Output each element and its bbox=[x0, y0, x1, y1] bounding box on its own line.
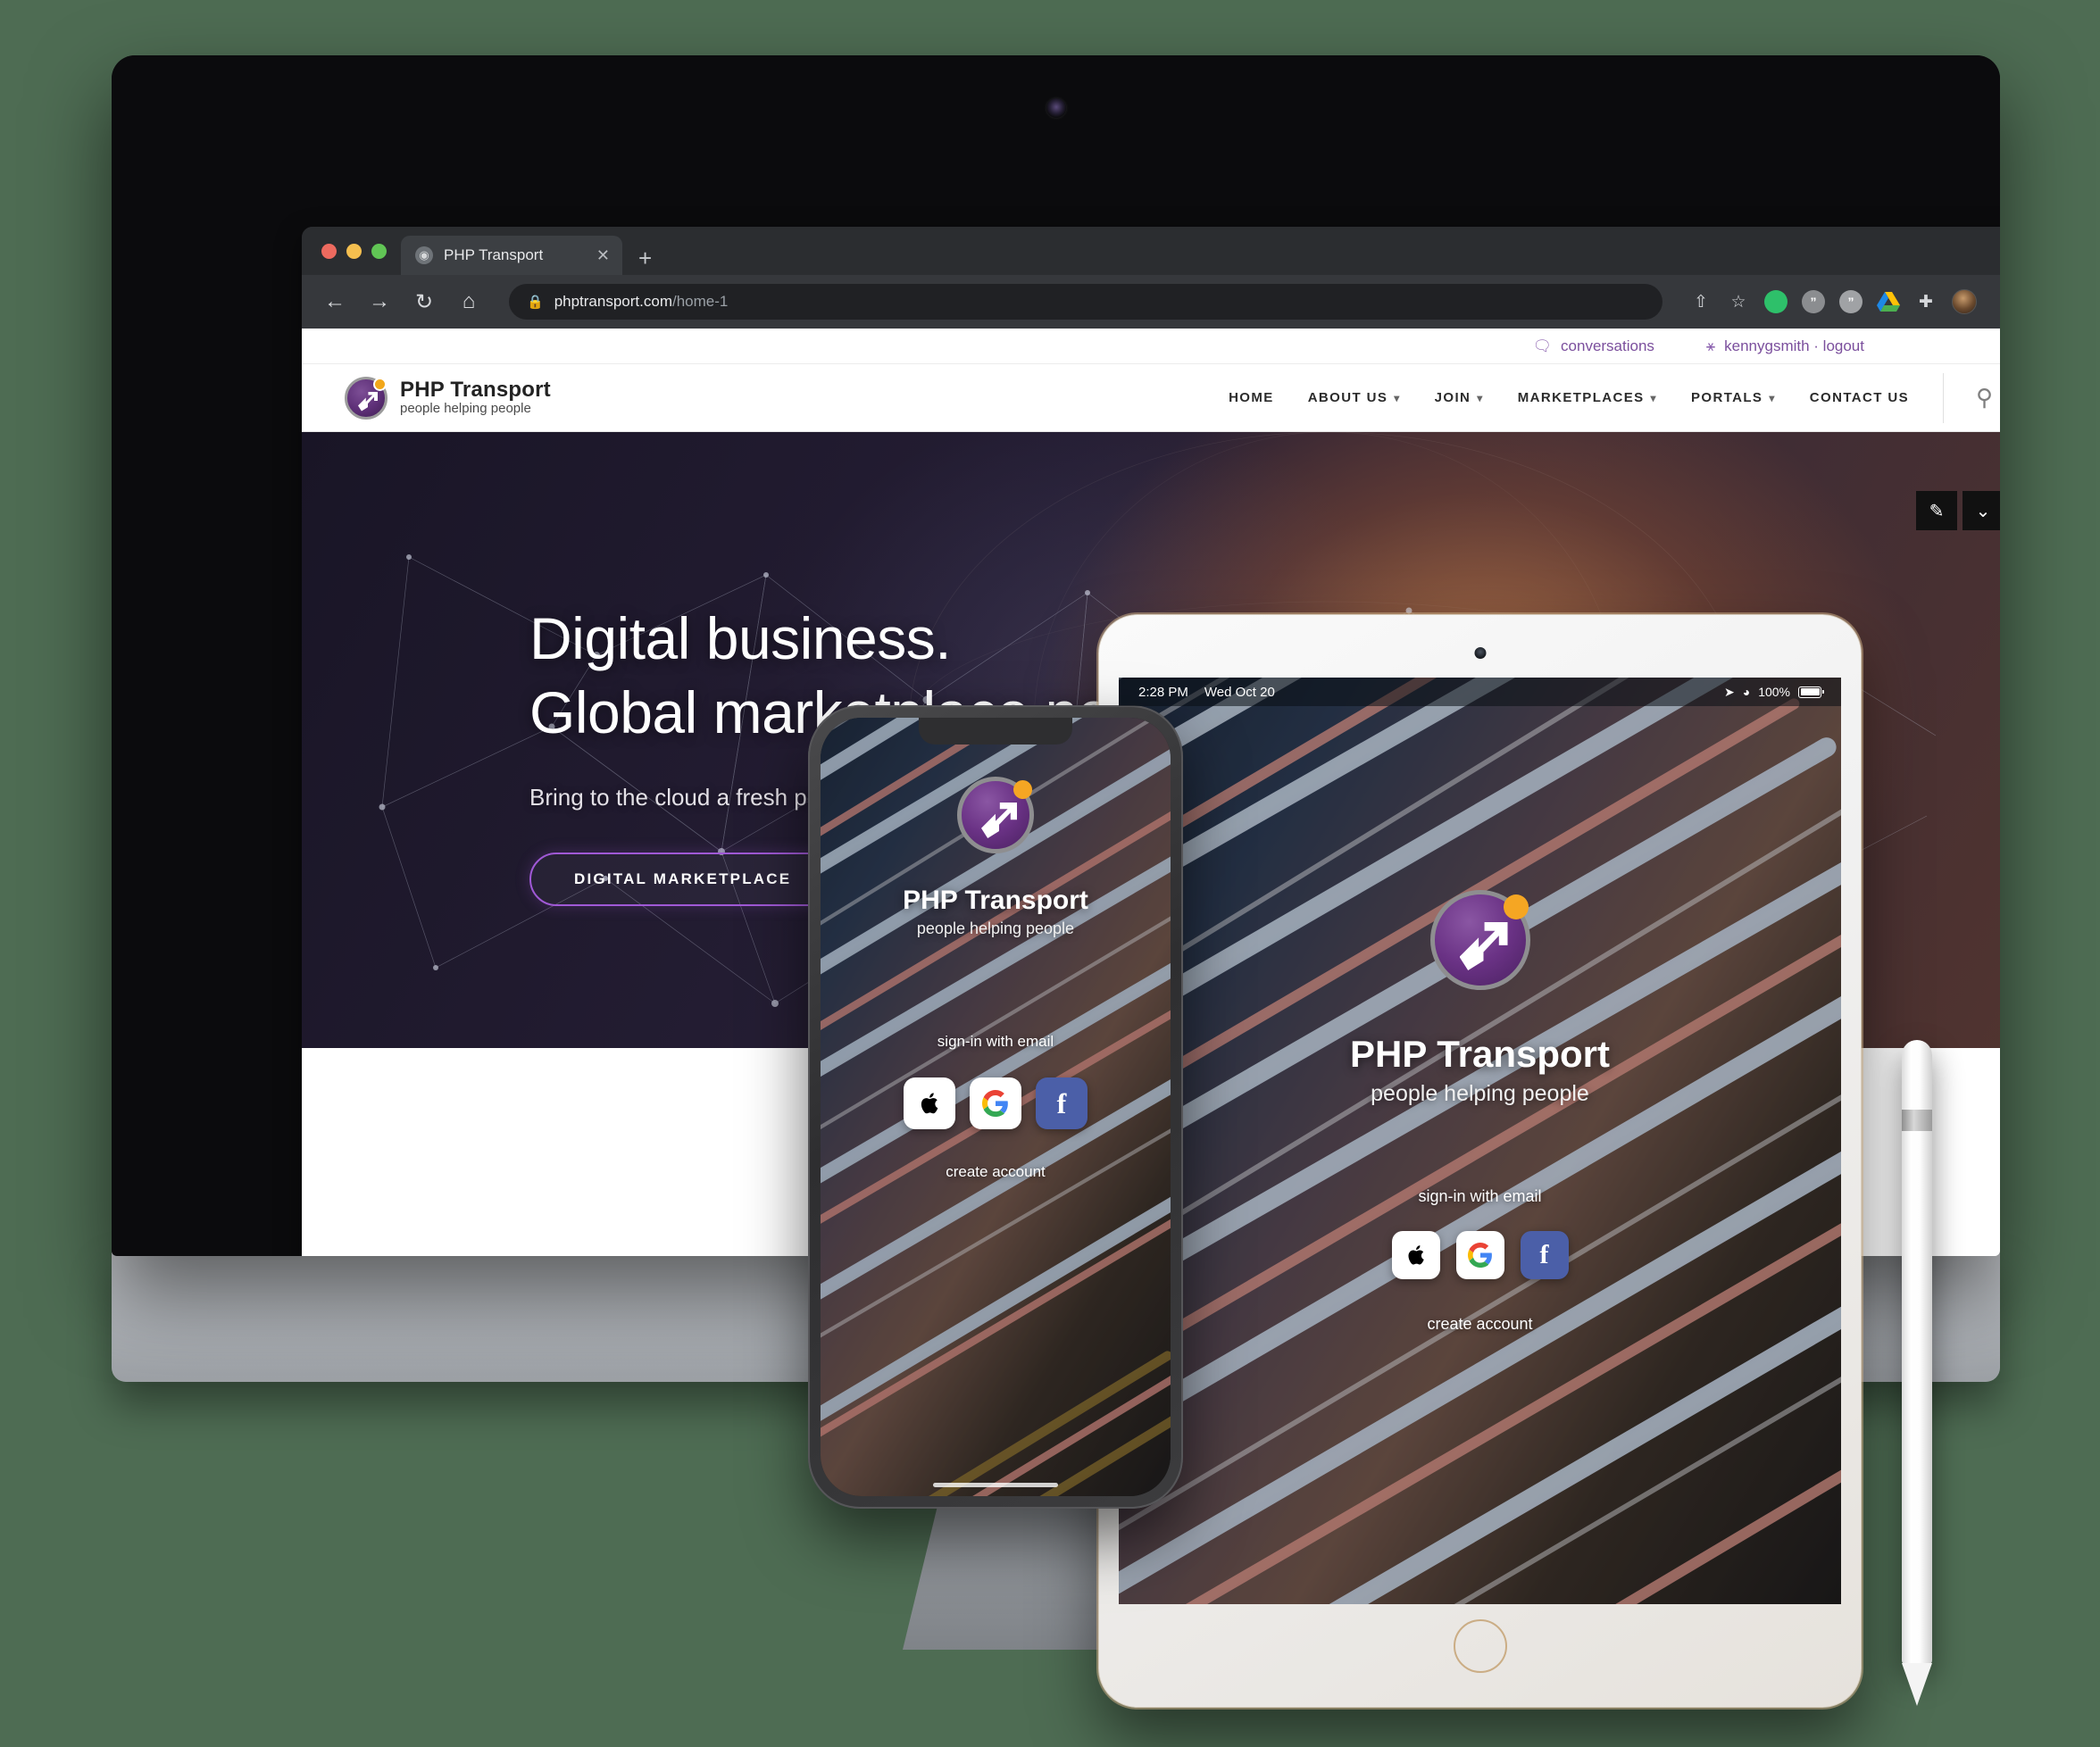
app-tagline: people helping people bbox=[1371, 1081, 1589, 1106]
create-account-link[interactable]: create account bbox=[1427, 1315, 1532, 1334]
chat-bubble-icon: 🗨 bbox=[1532, 337, 1553, 354]
app-name: PHP Transport bbox=[903, 886, 1088, 915]
facebook-signin-button[interactable]: f bbox=[1036, 1077, 1088, 1129]
nav-item-home[interactable]: HOME bbox=[1229, 390, 1274, 405]
main-navigation: HOME ABOUT US ▾ JOIN ▾ MARKETPLACES ▾ PORTA… bbox=[1229, 372, 2000, 423]
nav-item-portals[interactable]: PORTALS ▾ bbox=[1691, 390, 1776, 405]
pencil-band bbox=[1902, 1110, 1932, 1131]
profile-avatar[interactable] bbox=[1952, 289, 1977, 314]
purple-arrow-logo-icon bbox=[1429, 890, 1530, 990]
google-signin-button[interactable] bbox=[1455, 1231, 1504, 1279]
account-label: kennygsmith · logout bbox=[1724, 337, 1864, 354]
chevron-down-icon[interactable]: ⌄ bbox=[1962, 491, 2000, 530]
browser-tabbar: ◉ PHP Transport ✕ + ⌄ bbox=[302, 227, 2000, 275]
digital-marketplace-button[interactable]: DIGITAL MARKETPLACE bbox=[529, 853, 837, 907]
green-dot-icon[interactable] bbox=[1764, 290, 1788, 313]
signin-with-email-link[interactable]: sign-in with email bbox=[938, 1033, 1054, 1051]
editor-float-buttons: ✎ ⌄ bbox=[1916, 491, 2000, 530]
app-tagline: people helping people bbox=[916, 919, 1075, 937]
chevron-down-icon: ▾ bbox=[1650, 391, 1657, 404]
home-icon[interactable]: ⌂ bbox=[455, 289, 482, 314]
site-header: PHP Transport people helping people HOME… bbox=[302, 364, 2000, 432]
nav-item-about-us[interactable]: ABOUT US ▾ bbox=[1308, 390, 1401, 405]
google-signin-button[interactable] bbox=[970, 1077, 1021, 1129]
webcam-icon bbox=[1046, 98, 1066, 118]
edit-pencil-icon[interactable]: ✎ bbox=[1916, 491, 1957, 530]
back-icon[interactable]: ← bbox=[321, 289, 348, 314]
social-signin-row: f bbox=[904, 1077, 1088, 1129]
phone-signin-screen: PHP Transport people helping people sign… bbox=[821, 718, 1171, 1496]
purple-arrow-logo-icon bbox=[957, 777, 1034, 853]
window-controls[interactable] bbox=[318, 227, 401, 275]
conversations-link[interactable]: 🗨 conversations bbox=[1532, 337, 1654, 355]
close-window-button[interactable] bbox=[321, 243, 337, 259]
tablet-app-splash: 2:28 PM Wed Oct 20 ➤ ◕ 100% PHP Transpor… bbox=[1119, 678, 1841, 1604]
orange-dot-icon bbox=[1013, 780, 1032, 799]
brand-name: PHP Transport bbox=[400, 377, 551, 402]
facebook-signin-button[interactable]: f bbox=[1520, 1231, 1569, 1279]
apple-signin-button[interactable] bbox=[1391, 1231, 1440, 1279]
quote-bubble-icon[interactable]: ” bbox=[1802, 290, 1825, 313]
bookmark-star-icon[interactable]: ☆ bbox=[1727, 292, 1750, 312]
create-account-link[interactable]: create account bbox=[946, 1163, 1046, 1181]
tablet-camera-icon bbox=[1474, 647, 1486, 659]
google-drive-icon[interactable] bbox=[1877, 292, 1900, 312]
toolbar-icons: ⇧ ☆ ” ” ✚ ⋮ bbox=[1689, 289, 2000, 314]
user-icon: ⚹ bbox=[1705, 337, 1716, 354]
phone-device: PHP Transport people helping people sign… bbox=[808, 705, 1183, 1509]
url-text: phptransport.com/home-1 bbox=[554, 293, 729, 310]
share-icon[interactable]: ⇧ bbox=[1689, 292, 1712, 312]
maximize-window-button[interactable] bbox=[371, 243, 387, 259]
orange-dot-icon bbox=[373, 377, 387, 391]
nav-item-marketplaces[interactable]: MARKETPLACES ▾ bbox=[1518, 390, 1657, 405]
account-link[interactable]: ⚹ kennygsmith · logout bbox=[1706, 337, 1864, 355]
browser-toolbar: ← → ↻ ⌂ 🔒 phptransport.com/home-1 ⇧ ☆ ” … bbox=[302, 275, 2000, 329]
address-bar[interactable]: 🔒 phptransport.com/home-1 bbox=[509, 284, 1662, 320]
chevron-down-icon[interactable]: ⌄ bbox=[1997, 247, 2000, 266]
orange-dot-icon bbox=[1503, 894, 1529, 919]
kebab-menu-icon[interactable]: ⋮ bbox=[1991, 292, 2001, 312]
lock-icon: 🔒 bbox=[527, 295, 544, 310]
nav-item-join[interactable]: JOIN ▾ bbox=[1435, 390, 1484, 405]
brand-tagline: people helping people bbox=[400, 401, 531, 417]
scene: ◉ PHP Transport ✕ + ⌄ ← → ↻ ⌂ 🔒 phptrans… bbox=[0, 0, 2100, 1747]
phone-notch bbox=[919, 718, 1072, 745]
browser-tab[interactable]: ◉ PHP Transport ✕ bbox=[401, 236, 622, 275]
purple-arrow-logo-icon bbox=[345, 376, 388, 420]
extensions-puzzle-icon[interactable]: ✚ bbox=[1914, 292, 1938, 312]
conversations-label: conversations bbox=[1561, 337, 1654, 354]
new-tab-button[interactable]: + bbox=[638, 246, 652, 270]
forward-icon[interactable]: → bbox=[366, 289, 393, 314]
tablet-device: 2:28 PM Wed Oct 20 ➤ ◕ 100% PHP Transpor… bbox=[1098, 614, 1862, 1708]
minimize-window-button[interactable] bbox=[346, 243, 362, 259]
apple-pencil bbox=[1902, 1040, 1932, 1706]
phone-screen: PHP Transport people helping people sign… bbox=[821, 718, 1171, 1496]
tablet-home-button[interactable] bbox=[1453, 1619, 1507, 1673]
chevron-down-icon: ▾ bbox=[1769, 391, 1776, 404]
tablet-screen: 2:28 PM Wed Oct 20 ➤ ◕ 100% PHP Transpor… bbox=[1119, 678, 1841, 1604]
social-signin-row: f bbox=[1391, 1231, 1569, 1279]
nav-item-contact-us[interactable]: CONTACT US bbox=[1810, 390, 1909, 405]
chevron-down-icon: ▾ bbox=[1477, 391, 1484, 404]
globe-icon: ◉ bbox=[415, 246, 433, 264]
tablet-signin-screen: PHP Transport people helping people sign… bbox=[1119, 678, 1841, 1604]
quote-icon[interactable]: ” bbox=[1839, 290, 1862, 313]
site-logo[interactable]: PHP Transport people helping people bbox=[345, 376, 551, 420]
signin-with-email-link[interactable]: sign-in with email bbox=[1418, 1187, 1541, 1206]
reload-icon[interactable]: ↻ bbox=[411, 289, 438, 315]
pencil-tip bbox=[1902, 1663, 1932, 1706]
phone-home-indicator[interactable] bbox=[933, 1483, 1058, 1487]
utility-bar: 🗨 conversations ⚹ kennygsmith · logout bbox=[302, 329, 2000, 364]
search-icon[interactable]: ⚲ bbox=[1943, 372, 2000, 423]
close-icon[interactable]: ✕ bbox=[596, 247, 610, 263]
app-name: PHP Transport bbox=[1350, 1033, 1610, 1075]
chevron-down-icon: ▾ bbox=[1394, 391, 1401, 404]
apple-signin-button[interactable] bbox=[904, 1077, 955, 1129]
phone-app-splash: PHP Transport people helping people sign… bbox=[821, 718, 1171, 1496]
tab-title: PHP Transport bbox=[444, 246, 544, 263]
